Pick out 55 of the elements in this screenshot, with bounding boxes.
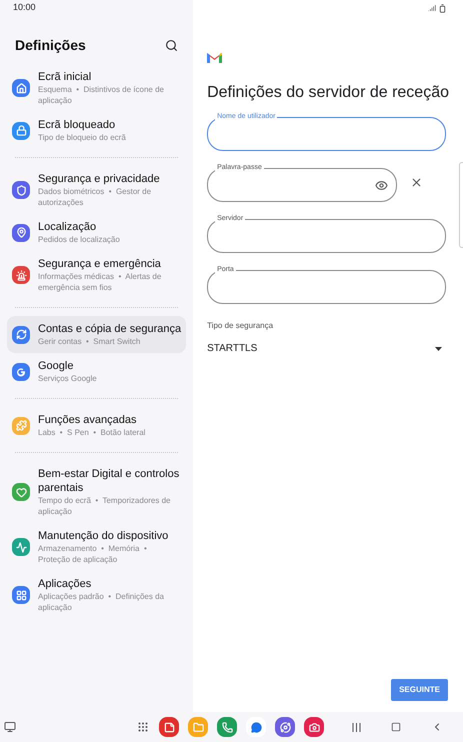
item-title: Ecrã bloqueado: [38, 118, 116, 132]
recents-icon[interactable]: [352, 722, 361, 732]
next-button[interactable]: SEGUINTE: [391, 679, 448, 701]
item-subtitle: Tempo do ecrã • Temporizadores de aplicação: [38, 495, 172, 517]
item-title: Google: [38, 359, 74, 373]
mail-logo-icon: [207, 52, 222, 63]
item-subtitle: Pedidos de localização: [38, 234, 120, 245]
settings-item[interactable]: Localização Pedidos de localização: [7, 214, 186, 251]
item-subtitle: Aplicações padrão • Definições da aplicação: [38, 591, 165, 613]
settings-item[interactable]: Contas e cópia de segurança Gerir contas • Smart Switch: [7, 316, 186, 353]
settings-item[interactable]: Segurança e emergência Informações médicas • Alertas de emergência sem fios: [7, 251, 186, 299]
item-subtitle: Armazenamento • Memória • Proteção de aplicação: [38, 543, 148, 565]
item-title: Bem-estar Digital e controlos parentais: [38, 467, 180, 495]
status-time: 10:00: [13, 1, 36, 14]
settings-title: Definições: [15, 36, 86, 55]
app-drawer-icon[interactable]: [137, 721, 149, 733]
camera-app-icon[interactable]: [304, 717, 324, 737]
battery-icon: [438, 4, 447, 12]
item-subtitle: Dados biométricos • Gestor de autorizações: [38, 186, 152, 208]
settings-item[interactable]: Segurança e privacidade Dados biométricos • Gestor de autorizações: [7, 166, 186, 214]
item-title: Segurança e privacidade: [38, 172, 161, 186]
security-label: Tipo de segurança: [207, 320, 274, 332]
security-dropdown[interactable]: STARTTLS: [207, 341, 446, 356]
settings-item[interactable]: Aplicações Aplicações padrão • Definições da aplicação: [7, 571, 186, 619]
item-title: Funções avançadas: [38, 413, 138, 427]
chat-app-icon[interactable]: [246, 717, 266, 737]
item-title: Ecrã inicial: [38, 70, 92, 84]
item-title: Contas e cópia de segurança: [38, 322, 182, 336]
item-subtitle: Tipo de bloqueio do ecrã: [38, 132, 126, 143]
search-icon[interactable]: [165, 39, 178, 52]
item-subtitle: Serviços Google: [38, 373, 97, 384]
item-subtitle: Gerir contas • Smart Switch: [38, 336, 142, 347]
note-app-icon[interactable]: [159, 717, 179, 737]
signal-icon: [428, 4, 436, 12]
item-subtitle: Informações médicas • Alertas de emergência sem fios: [38, 271, 162, 293]
item-title: Localização: [38, 220, 98, 234]
settings-item[interactable]: Funções avançadas Labs • S Pen • Botão lateral: [7, 407, 186, 444]
eye-icon[interactable]: [375, 178, 388, 192]
phone-app-icon[interactable]: [217, 717, 237, 737]
item-title: Segurança e emergência: [38, 257, 162, 271]
item-subtitle: Esquema • Distintivos de ícone de aplicação: [38, 84, 165, 106]
item-subtitle: Labs • S Pen • Botão lateral: [38, 427, 146, 438]
settings-item[interactable]: Manutenção do dispositivo Armazenamento • Memória • Proteção de aplicação: [7, 523, 186, 571]
settings-item[interactable]: Ecrã inicial Esquema • Distintivos de ícone de aplicação: [7, 64, 186, 112]
settings-item[interactable]: Google Serviços Google: [7, 353, 186, 390]
taskbar-toggle-icon[interactable]: [4, 721, 16, 733]
home-icon[interactable]: [391, 722, 401, 732]
settings-item[interactable]: Bem-estar Digital e controlos parentais Tempo do ecrã • Temporizadores de aplicação: [7, 461, 186, 523]
dropdown-caret-icon: [435, 346, 442, 350]
planet-app-icon[interactable]: [275, 717, 295, 737]
settings-item[interactable]: Ecrã bloqueado Tipo de bloqueio do ecrã: [7, 112, 186, 149]
item-title: Aplicações: [38, 577, 92, 591]
clear-icon[interactable]: [410, 176, 424, 189]
item-title: Manutenção do dispositivo: [38, 529, 170, 543]
form-title: Definições do servidor de receção: [207, 83, 449, 103]
